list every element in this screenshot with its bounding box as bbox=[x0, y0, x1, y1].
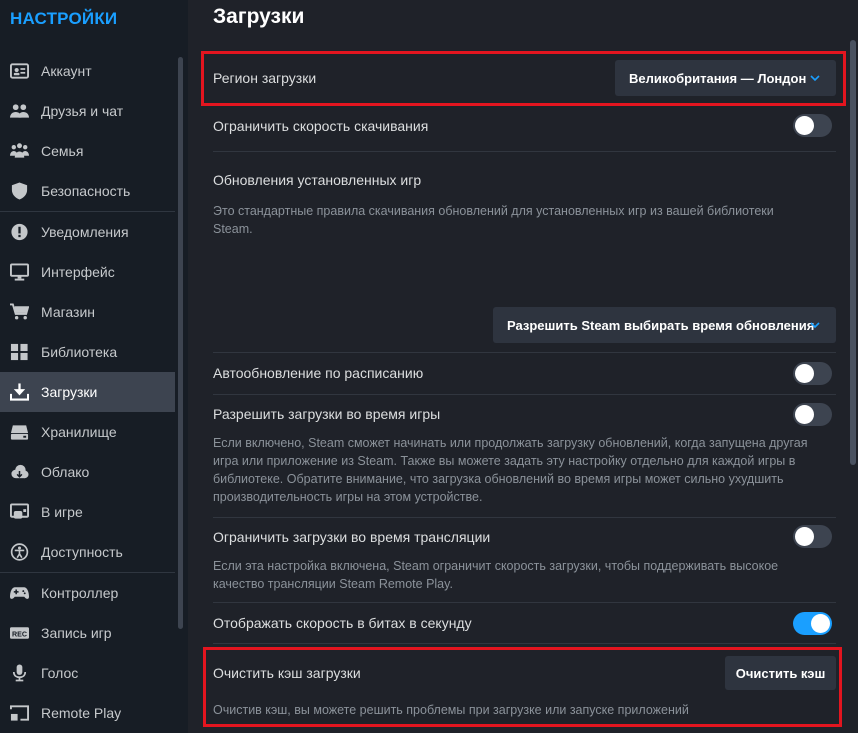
region-dropdown[interactable]: Великобритания — Лондон bbox=[615, 60, 836, 96]
download-icon bbox=[9, 383, 29, 401]
sidebar-item-label: Remote Play bbox=[41, 705, 122, 721]
divider bbox=[213, 517, 836, 518]
gamepad-icon bbox=[9, 584, 29, 602]
sidebar-item-game-recording[interactable]: REC Запись игр bbox=[0, 613, 175, 653]
microphone-icon bbox=[9, 664, 29, 682]
sidebar-item-label: Магазин bbox=[41, 304, 96, 320]
clear-cache-label: Очистить кэш загрузки bbox=[213, 665, 361, 681]
sidebar-item-label: Безопасность bbox=[41, 183, 131, 199]
sidebar-item-library[interactable]: Библиотека bbox=[0, 332, 175, 372]
cast-icon bbox=[9, 704, 29, 722]
during-game-label: Разрешить загрузки во время игры bbox=[213, 406, 441, 422]
sidebar-item-label: Голос bbox=[41, 665, 79, 681]
sidebar-item-account[interactable]: Аккаунт bbox=[0, 51, 175, 91]
sidebar-item-label: Друзья и чат bbox=[41, 103, 124, 119]
sidebar-title: НАСТРОЙКИ bbox=[10, 9, 118, 28]
sidebar-item-friends[interactable]: Друзья и чат bbox=[0, 91, 175, 131]
limit-speed-label: Ограничить скорость скачивания bbox=[213, 118, 429, 134]
sidebar-item-controller[interactable]: Контроллер bbox=[0, 573, 175, 613]
bits-label: Отображать скорость в битах в секунду bbox=[213, 615, 472, 631]
sidebar-item-remote-play[interactable]: Remote Play bbox=[0, 693, 175, 733]
sidebar-item-label: Загрузки bbox=[41, 384, 98, 400]
sidebar-item-cloud[interactable]: Облако bbox=[0, 452, 175, 492]
cart-icon bbox=[9, 303, 29, 321]
updates-description: Это стандартные правила скачивания обнов… bbox=[213, 204, 774, 236]
region-label: Регион загрузки bbox=[213, 70, 317, 86]
sidebar-item-security[interactable]: Безопасность bbox=[0, 171, 175, 211]
sidebar-item-family[interactable]: Семья bbox=[0, 131, 175, 171]
grid-icon bbox=[9, 343, 29, 361]
toggle-knob bbox=[795, 527, 814, 546]
sidebar-item-label: Доступность bbox=[41, 544, 123, 560]
toggle-knob bbox=[795, 116, 814, 135]
sidebar-item-label: Хранилище bbox=[41, 424, 117, 440]
divider bbox=[213, 643, 836, 644]
shield-icon bbox=[9, 182, 29, 200]
chevron-down-icon bbox=[808, 318, 822, 332]
sidebar-scrollbar[interactable] bbox=[178, 57, 183, 629]
sidebar-item-label: Интерфейс bbox=[41, 264, 115, 280]
toggle-knob bbox=[811, 614, 830, 633]
divider bbox=[213, 602, 836, 603]
updates-value: Разрешить Steam выбирать время обновлени… bbox=[507, 317, 815, 333]
drive-icon bbox=[9, 423, 29, 441]
sidebar-item-label: Запись игр bbox=[41, 625, 112, 641]
sidebar-item-label: Контроллер bbox=[41, 585, 119, 601]
sidebar-item-label: В игре bbox=[41, 504, 83, 520]
cloud-icon bbox=[9, 463, 29, 481]
chevron-down-icon bbox=[808, 71, 822, 85]
sidebar-item-storage[interactable]: Хранилище bbox=[0, 412, 175, 452]
region-value: Великобритания — Лондон bbox=[629, 70, 807, 86]
main-scrollbar[interactable] bbox=[850, 40, 856, 465]
sidebar-item-label: Уведомления bbox=[41, 224, 129, 240]
accessibility-icon bbox=[9, 543, 29, 561]
sidebar-item-label: Семья bbox=[41, 143, 84, 159]
sidebar-item-in-game[interactable]: В игре bbox=[0, 492, 175, 532]
sidebar-item-label: Библиотека bbox=[41, 344, 118, 360]
during-game-toggle[interactable] bbox=[793, 403, 832, 426]
clear-cache-button[interactable]: Очистить кэш bbox=[725, 656, 836, 690]
toggle-knob bbox=[795, 405, 814, 424]
during-stream-label: Ограничить загрузки во время трансляции bbox=[213, 529, 491, 545]
sidebar-item-accessibility[interactable]: Доступность bbox=[0, 532, 175, 572]
during-stream-toggle[interactable] bbox=[793, 525, 832, 548]
bits-toggle[interactable] bbox=[793, 612, 832, 635]
family-icon bbox=[9, 142, 29, 160]
schedule-toggle[interactable] bbox=[793, 362, 832, 385]
during-game-description: Если включено, Steam сможет начинать или… bbox=[213, 436, 808, 504]
sidebar-item-label: Аккаунт bbox=[41, 63, 92, 79]
divider bbox=[213, 151, 836, 152]
sidebar-item-notifications[interactable]: Уведомления bbox=[0, 212, 175, 252]
sidebar-item-store[interactable]: Магазин bbox=[0, 292, 175, 332]
downloads-settings-panel: Загрузки Регион загрузки Великобритания … bbox=[188, 0, 858, 733]
sidebar-item-voice[interactable]: Голос bbox=[0, 653, 175, 693]
settings-sidebar: НАСТРОЙКИ Аккаунт Друзья и чат Семья Без… bbox=[0, 0, 188, 733]
page-title: Загрузки bbox=[213, 5, 305, 28]
rec-icon: REC bbox=[9, 624, 29, 642]
ingame-icon bbox=[9, 503, 29, 521]
limit-speed-toggle[interactable] bbox=[793, 114, 832, 137]
friends-icon bbox=[9, 102, 29, 120]
toggle-knob bbox=[795, 364, 814, 383]
schedule-label: Автообновление по расписанию bbox=[213, 365, 424, 381]
during-stream-description: Если эта настройка включена, Steam огран… bbox=[213, 559, 779, 591]
id-card-icon bbox=[9, 62, 29, 80]
divider bbox=[213, 394, 836, 395]
monitor-icon bbox=[9, 263, 29, 281]
divider bbox=[213, 352, 836, 353]
clear-cache-description: Очистив кэш, вы можете решить проблемы п… bbox=[213, 703, 689, 717]
sidebar-item-label: Облако bbox=[41, 464, 90, 480]
alert-icon bbox=[9, 223, 29, 241]
sidebar-item-downloads[interactable]: Загрузки bbox=[0, 372, 175, 412]
sidebar-item-interface[interactable]: Интерфейс bbox=[0, 252, 175, 292]
updates-label: Обновления установленных игр bbox=[213, 172, 422, 188]
updates-dropdown[interactable]: Разрешить Steam выбирать время обновлени… bbox=[493, 307, 836, 343]
svg-text:REC: REC bbox=[11, 630, 26, 638]
